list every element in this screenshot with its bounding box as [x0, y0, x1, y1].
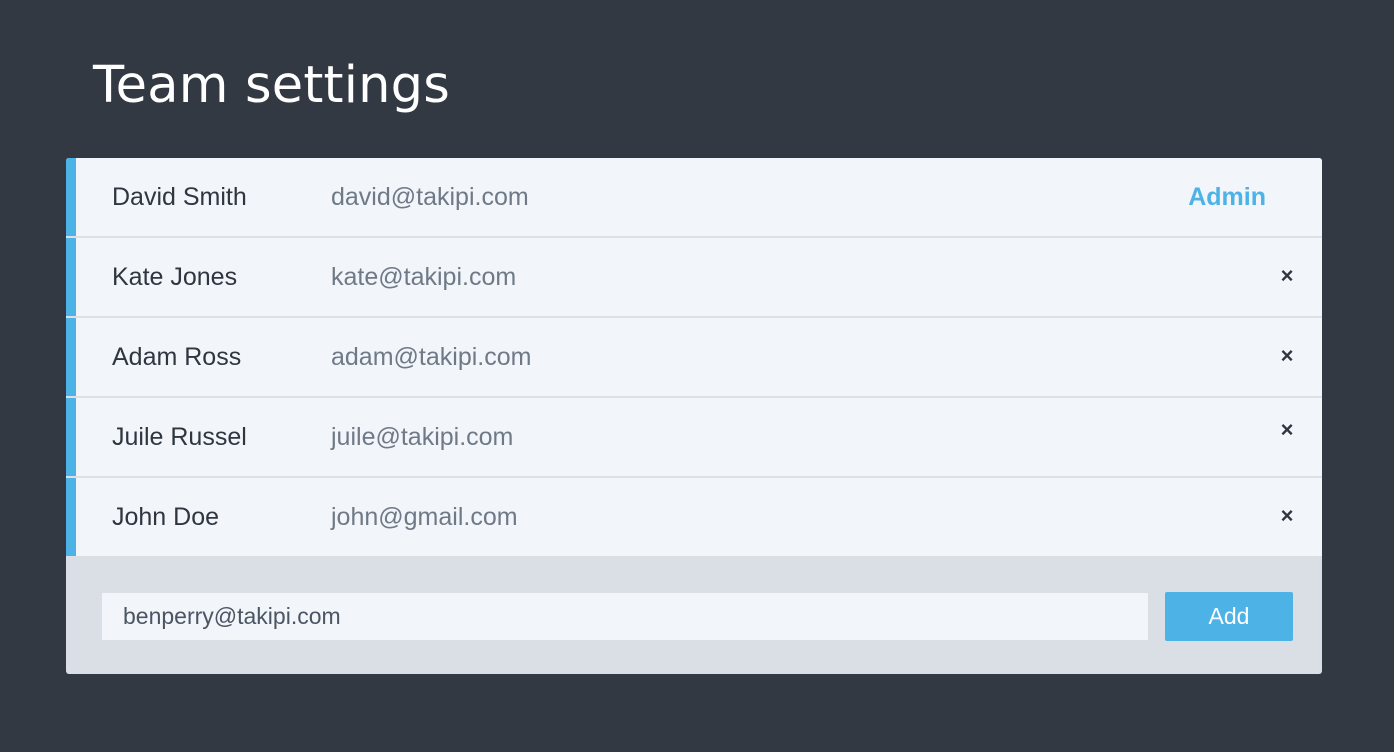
- member-row: Juile Russel juile@takipi.com ×: [66, 398, 1322, 478]
- member-name: Kate Jones: [112, 263, 238, 291]
- member-name: Juile Russel: [112, 423, 247, 451]
- add-button[interactable]: Add: [1165, 592, 1293, 641]
- row-accent-bar: [66, 158, 76, 236]
- close-icon[interactable]: ×: [1274, 263, 1300, 289]
- row-accent-bar: [66, 318, 76, 396]
- member-row: Kate Jones kate@takipi.com ×: [66, 238, 1322, 318]
- member-row: David Smith david@takipi.com Admin: [66, 158, 1322, 238]
- add-member-form: Add: [66, 556, 1322, 674]
- close-icon[interactable]: ×: [1274, 343, 1300, 369]
- member-row: Adam Ross adam@takipi.com ×: [66, 318, 1322, 398]
- close-icon[interactable]: ×: [1274, 417, 1300, 443]
- admin-role-label[interactable]: Admin: [1188, 158, 1266, 236]
- member-name: David Smith: [112, 183, 247, 211]
- member-row: John Doe john@gmail.com ×: [66, 478, 1322, 556]
- member-list: David Smith david@takipi.com Admin Kate …: [66, 158, 1322, 556]
- row-accent-bar: [66, 238, 76, 316]
- member-email: john@gmail.com: [331, 503, 518, 531]
- team-panel: David Smith david@takipi.com Admin Kate …: [66, 158, 1322, 674]
- member-name: Adam Ross: [112, 343, 242, 371]
- page-title: Team settings: [93, 56, 450, 115]
- email-field[interactable]: [102, 593, 1148, 640]
- row-accent-bar: [66, 478, 76, 556]
- row-accent-bar: [66, 398, 76, 476]
- member-name: John Doe: [112, 503, 220, 531]
- member-email: david@takipi.com: [331, 183, 529, 211]
- member-email: kate@takipi.com: [331, 263, 517, 291]
- member-email: adam@takipi.com: [331, 343, 532, 371]
- member-email: juile@takipi.com: [331, 423, 514, 451]
- close-icon[interactable]: ×: [1274, 503, 1300, 529]
